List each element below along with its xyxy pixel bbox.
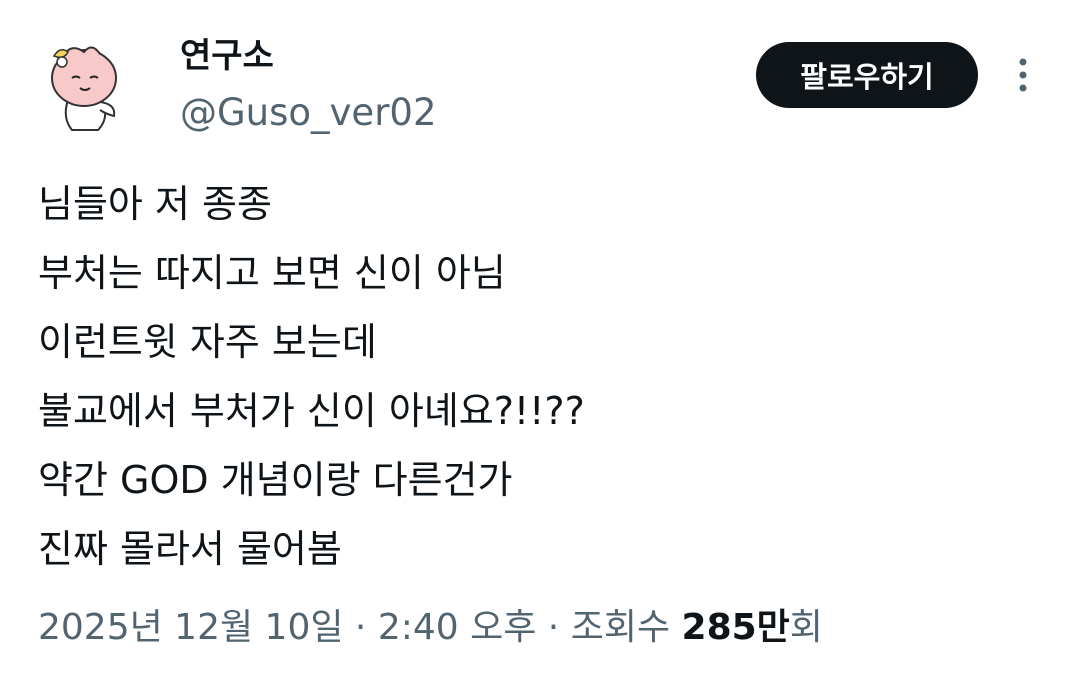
views-label: 조회수 [570, 607, 682, 648]
pink-peach-character-icon [51, 46, 117, 131]
views-count[interactable]: 285만 [682, 607, 790, 648]
views-suffix: 회 [789, 607, 823, 648]
tweet-text: 님들아 저 종종 부처는 따지고 보면 신이 아님 이런트윗 자주 보는데 불교… [38, 170, 585, 584]
meta-separator: · [536, 607, 571, 648]
tweet-meta: 2025년 12월 10일 · 2:40 오후 · 조회수 285만회 [38, 600, 823, 656]
tweet-line: 님들아 저 종종 [38, 182, 272, 226]
author-handle[interactable]: @Guso_ver02 [180, 90, 437, 136]
tweet-line: 진짜 몰라서 물어봄 [38, 527, 342, 571]
follow-button[interactable]: 팔로우하기 [756, 42, 978, 108]
post-time[interactable]: 2:40 오후 [378, 607, 537, 648]
avatar[interactable] [40, 38, 130, 136]
tweet-line: 약간 GOD 개념이랑 다른건가 [38, 458, 513, 502]
vertical-ellipsis-icon [1019, 58, 1027, 92]
meta-separator: · [343, 607, 378, 648]
tweet-line: 이런트윗 자주 보는데 [38, 320, 377, 364]
more-options-button[interactable] [1010, 56, 1036, 96]
tweet-line: 부처는 따지고 보면 신이 아님 [38, 251, 506, 295]
tweet-line: 불교에서 부처가 신이 아녜요?!!?? [38, 389, 585, 433]
post-date[interactable]: 2025년 12월 10일 [38, 607, 343, 648]
author-name[interactable]: 연구소 [180, 34, 274, 78]
